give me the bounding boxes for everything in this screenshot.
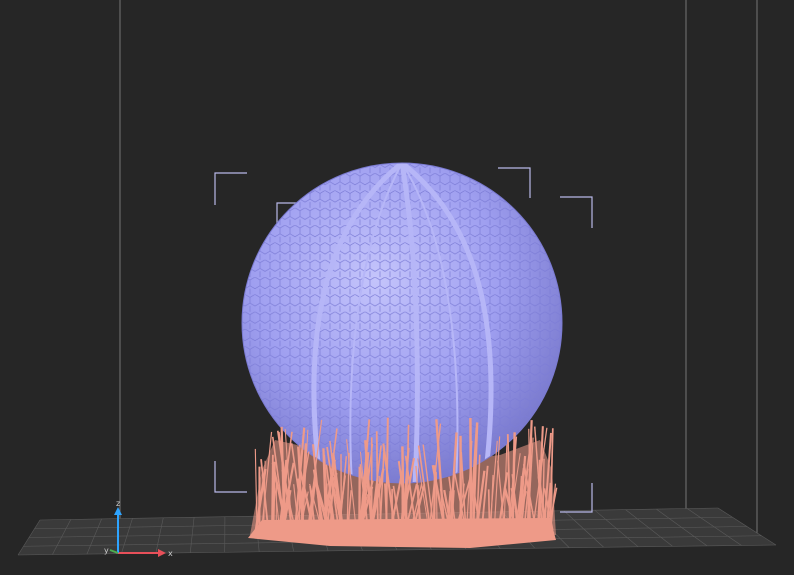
- 3d-viewport[interactable]: x z y: [0, 0, 794, 575]
- z-axis-label: z: [116, 499, 120, 508]
- support-pillar: [469, 418, 473, 533]
- x-axis-label: x: [168, 549, 173, 558]
- scene-canvas[interactable]: x z y: [0, 0, 794, 575]
- y-axis-label: y: [104, 546, 109, 555]
